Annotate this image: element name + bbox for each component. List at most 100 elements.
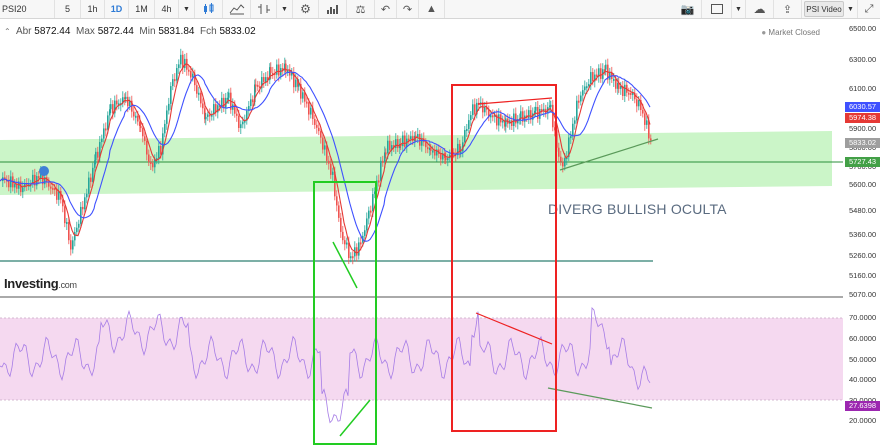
square-icon <box>710 4 723 14</box>
redo-button[interactable]: ↷ <box>397 0 419 18</box>
candle-body <box>172 79 174 87</box>
candle-body <box>498 114 500 126</box>
area-chart-button[interactable] <box>223 0 251 18</box>
candle-body <box>174 79 176 82</box>
upload-icon: ⇪ <box>782 3 793 16</box>
upload-button[interactable]: ⇪ <box>774 0 802 18</box>
candle-body <box>146 140 148 155</box>
candle-body <box>320 131 322 138</box>
compare-button[interactable]: ⚖ <box>347 0 375 18</box>
candle-body <box>70 240 72 250</box>
interval-1d[interactable]: 1D <box>105 0 129 18</box>
candle-body <box>586 86 588 89</box>
rsi-chart[interactable] <box>0 298 843 448</box>
candle-body <box>474 104 476 115</box>
candle-body <box>554 127 556 131</box>
template-label: PSI Video <box>806 4 842 14</box>
candle-body <box>160 145 162 155</box>
logo-suffix: .com <box>58 280 77 290</box>
candle-body <box>255 84 257 87</box>
candle-body <box>78 223 80 228</box>
template-selector[interactable]: PSI Video <box>804 1 844 17</box>
candle-body <box>10 176 12 188</box>
candle-body <box>74 232 76 241</box>
gear-icon: ⚙ <box>300 2 311 16</box>
candle-body <box>520 111 522 119</box>
candle-body <box>14 184 16 188</box>
candle-body <box>564 158 566 167</box>
candle-body <box>84 197 86 210</box>
candle-body <box>250 99 252 107</box>
candle-body <box>434 150 436 156</box>
candle-body <box>148 154 150 163</box>
candle-body <box>92 167 94 182</box>
candle-body <box>470 115 472 121</box>
candle-body <box>80 206 82 224</box>
price-axis-tick: 6500.00 <box>849 24 877 33</box>
rsi-axis-tick: 20.0000 <box>849 416 877 425</box>
layout-button[interactable] <box>702 0 732 18</box>
symbol-selector[interactable]: PSI20 <box>0 0 55 18</box>
price-tag-green: 5727.43 <box>845 157 880 167</box>
layout-dropdown[interactable]: ▼ <box>732 0 746 18</box>
candle-body <box>252 99 254 103</box>
candle-body <box>90 177 92 182</box>
candle-body <box>609 71 611 80</box>
redo-icon: ↷ <box>402 3 413 16</box>
fullscreen-button[interactable]: ⤢ <box>858 0 880 18</box>
candle-body <box>97 151 99 158</box>
chart-annotation: DIVERG BULLISH OCULTA <box>548 201 727 217</box>
interval-4h[interactable]: 4h <box>155 0 179 18</box>
candle-body <box>142 128 144 137</box>
snapshot-button[interactable]: 📷 <box>674 0 702 18</box>
candle-body <box>64 206 66 224</box>
cloud-save-button[interactable]: ☁ <box>746 0 774 18</box>
interval-5[interactable]: 5 <box>55 0 81 18</box>
candle-body <box>370 210 372 213</box>
candle-body <box>82 206 84 210</box>
candle-body <box>582 90 584 96</box>
candles-button[interactable] <box>195 0 223 18</box>
camera-icon: 📷 <box>680 3 695 16</box>
close-label: Fch <box>200 26 217 37</box>
chart-type-dropdown[interactable]: ▼ <box>277 0 293 18</box>
candle-body <box>265 77 267 82</box>
price-chart[interactable] <box>0 18 843 298</box>
drawing-tools-button[interactable]: ▲ <box>419 0 445 18</box>
candle-body <box>196 85 198 94</box>
candle-body <box>324 145 326 150</box>
bar-chart-button[interactable] <box>251 0 277 18</box>
candle-body <box>344 240 346 245</box>
candle-body <box>285 63 287 72</box>
candle-body <box>464 130 466 143</box>
candle-body <box>314 118 316 125</box>
interval-label: 4h <box>161 4 172 14</box>
template-dropdown[interactable]: ▼ <box>844 0 858 18</box>
symbol-label: PSI20 <box>2 4 27 14</box>
interval-label: 1h <box>87 4 98 14</box>
undo-button[interactable]: ↶ <box>375 0 397 18</box>
max-label: Max <box>76 26 95 37</box>
interval-1m[interactable]: 1M <box>129 0 155 18</box>
interval-label: 1M <box>135 4 148 14</box>
indicators-button[interactable] <box>319 0 347 18</box>
settings-button[interactable]: ⚙ <box>293 0 319 18</box>
candle-body <box>466 128 468 131</box>
interval-1h[interactable]: 1h <box>81 0 105 18</box>
candle-body <box>535 106 537 111</box>
candle-body <box>110 104 112 110</box>
rsi-axis-tick: 50.0000 <box>849 355 877 364</box>
candle-body <box>558 147 560 157</box>
candle-body <box>490 115 492 118</box>
candle-body <box>95 151 97 161</box>
rsi-axis-tick: 40.0000 <box>849 375 877 384</box>
candle-body <box>528 110 530 118</box>
candle-body <box>16 184 18 189</box>
collapse-legend-icon[interactable]: ⌃ <box>4 27 11 36</box>
candle-body <box>242 121 244 125</box>
candle-body <box>376 180 378 192</box>
candle-body <box>318 127 320 132</box>
interval-dropdown[interactable]: ▼ <box>179 0 195 18</box>
chevron-down-icon: ▼ <box>281 5 288 13</box>
candle-body <box>374 191 376 195</box>
